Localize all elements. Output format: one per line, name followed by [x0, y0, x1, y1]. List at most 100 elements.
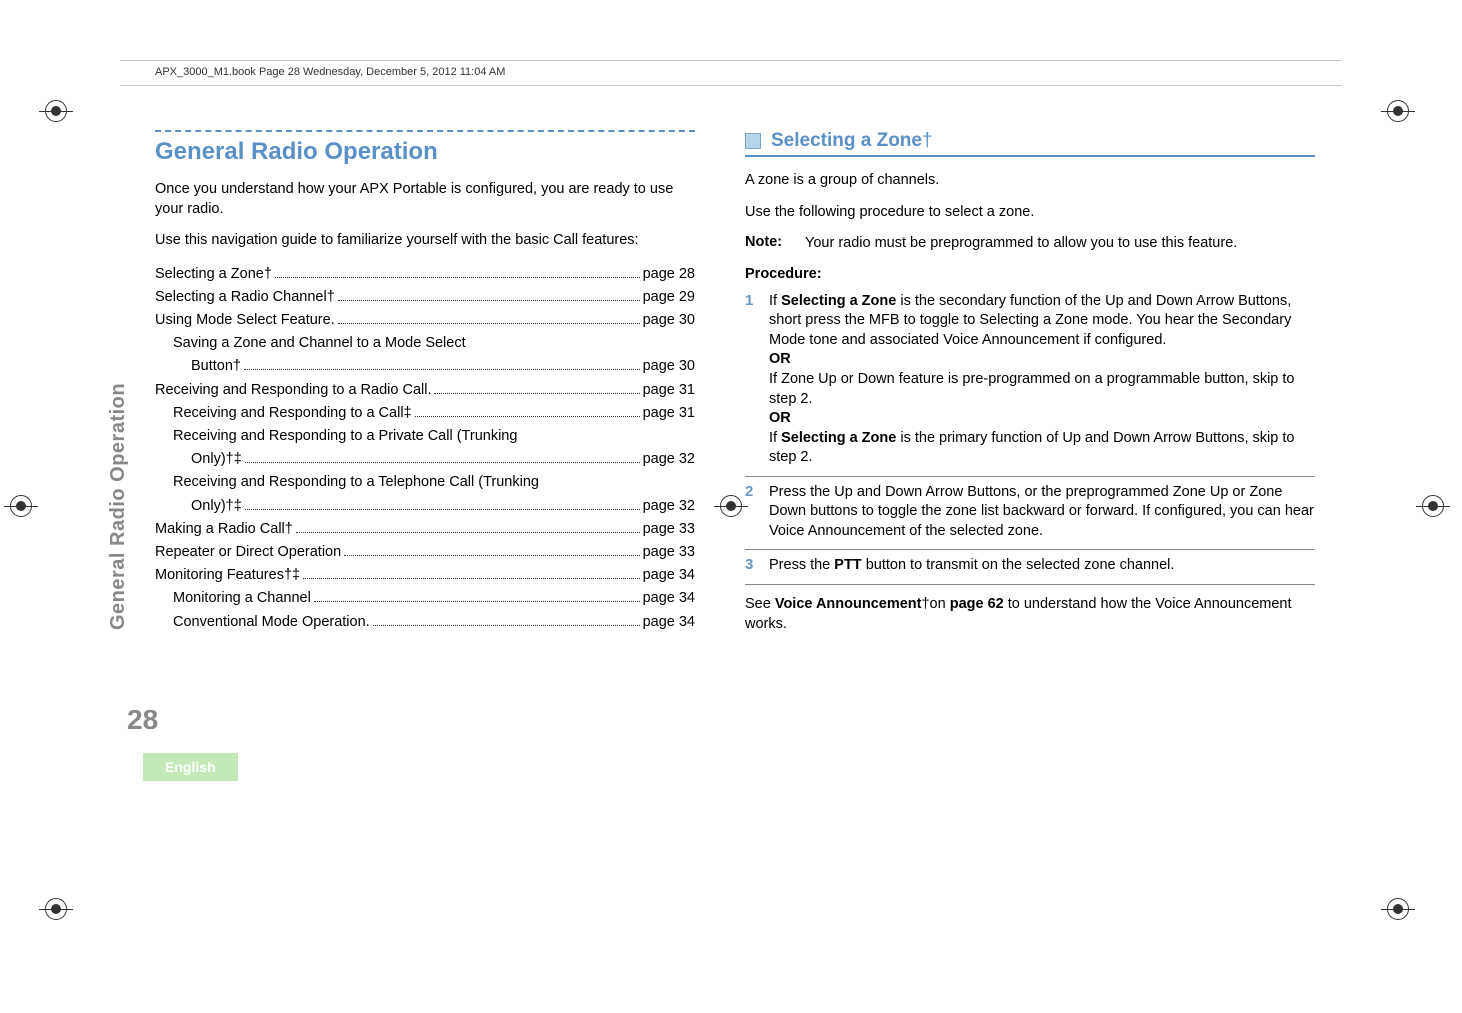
toc-label: Saving a Zone and Channel to a Mode Sele…	[173, 332, 466, 355]
toc-entry: Receiving and Responding to a Call‡ page …	[155, 402, 695, 425]
crop-mark-mid-left	[10, 495, 40, 525]
toc-label: Monitoring Features†‡	[155, 564, 300, 587]
footer-t1: See	[745, 596, 775, 612]
step-separator	[745, 549, 1315, 550]
footer-page-ref: page 62	[950, 596, 1004, 612]
language-tab: English	[143, 753, 238, 781]
step-separator	[745, 584, 1315, 585]
toc-leader-dots	[244, 369, 640, 370]
toc-label: Receiving and Responding to a Private Ca…	[173, 425, 517, 448]
footer-t3: †on	[921, 596, 949, 612]
step-number: 1	[745, 292, 759, 468]
toc-entry: Making a Radio Call†page 33	[155, 518, 695, 541]
toc-leader-dots	[245, 509, 640, 510]
toc-label: Monitoring a Channel	[173, 587, 311, 610]
step-number: 2	[745, 483, 759, 542]
crop-mark-bottom-left	[45, 898, 75, 928]
toc-entry: Monitoring a Channel page 34	[155, 587, 695, 610]
toc-page: page 30	[643, 355, 695, 378]
toc-entry: Only)†‡page 32	[155, 495, 695, 518]
page-number: 28	[127, 704, 158, 736]
toc-leader-dots	[415, 416, 640, 417]
step1-part1a: If	[769, 293, 781, 309]
toc-entry: Only)†‡page 32	[155, 448, 695, 471]
toc-leader-dots	[296, 532, 640, 533]
toc-page: page 34	[643, 564, 695, 587]
left-column: General Radio Operation 28 English Gener…	[125, 130, 695, 646]
step1-part2: If Zone Up or Down feature is pre-progra…	[769, 371, 1294, 407]
toc-page: page 31	[643, 402, 695, 425]
step-text: Press the PTT button to transmit on the …	[769, 556, 1315, 576]
procedure-step-1: 1 If Selecting a Zone is the secondary f…	[745, 292, 1315, 472]
body-paragraph-2: Use the following procedure to select a …	[745, 203, 1315, 223]
toc-entry: Repeater or Direct Operation page 33	[155, 541, 695, 564]
step1-part3a: If	[769, 430, 781, 446]
step-number: 3	[745, 556, 759, 576]
toc-page: page 30	[643, 309, 695, 332]
heading-label: Selecting a Zone	[771, 130, 922, 151]
page-content: General Radio Operation 28 English Gener…	[125, 130, 1362, 646]
toc-leader-dots	[338, 300, 640, 301]
toc-label: Making a Radio Call†	[155, 518, 293, 541]
crop-mark-top-left	[45, 100, 75, 130]
section-title: General Radio Operation	[155, 138, 695, 166]
toc-entry: Selecting a Zone†page 28	[155, 263, 695, 286]
toc-page: page 34	[643, 587, 695, 610]
step-text: Press the Up and Down Arrow Buttons, or …	[769, 483, 1315, 542]
toc-label: Only)†‡	[191, 448, 242, 471]
note-block: Note: Your radio must be preprogrammed t…	[745, 234, 1315, 254]
table-of-contents: Selecting a Zone†page 28Selecting a Radi…	[155, 263, 695, 634]
toc-leader-dots	[245, 462, 640, 463]
toc-label: Selecting a Radio Channel†	[155, 286, 335, 309]
procedure-step-2: 2 Press the Up and Down Arrow Buttons, o…	[745, 483, 1315, 546]
toc-leader-dots	[275, 277, 640, 278]
toc-leader-dots	[344, 555, 639, 556]
procedure-label: Procedure:	[745, 266, 1315, 282]
step1-or-2: OR	[769, 410, 791, 426]
toc-leader-dots	[338, 323, 640, 324]
toc-page: page 34	[643, 611, 695, 634]
toc-label: Repeater or Direct Operation	[155, 541, 341, 564]
toc-page: page 31	[643, 379, 695, 402]
toc-entry: Using Mode Select Feature. page 30	[155, 309, 695, 332]
toc-leader-dots	[314, 601, 640, 602]
toc-label: Receiving and Responding to a Radio Call…	[155, 379, 431, 402]
intro-paragraph-2: Use this navigation guide to familiarize…	[155, 231, 695, 251]
intro-paragraph-1: Once you understand how your APX Portabl…	[155, 180, 695, 219]
toc-label: Using Mode Select Feature.	[155, 309, 335, 332]
step3-t1: Press the	[769, 557, 834, 573]
toc-label: Only)†‡	[191, 495, 242, 518]
heading-rule	[745, 155, 1315, 157]
toc-entry: Selecting a Radio Channel† page 29	[155, 286, 695, 309]
toc-entry: Button† page 30	[155, 355, 695, 378]
crop-mark-bottom-right	[1387, 898, 1417, 928]
heading-bullet-icon	[745, 133, 761, 149]
step3-bold: PTT	[834, 557, 861, 573]
toc-label: Button†	[191, 355, 241, 378]
toc-label: Conventional Mode Operation.	[173, 611, 370, 634]
section-title-rule	[155, 130, 695, 132]
step1-or-1: OR	[769, 351, 791, 367]
footer-paragraph: See Voice Announcement†on page 62 to und…	[745, 595, 1315, 634]
header-rule-bottom	[120, 85, 1342, 86]
toc-entry: Receiving and Responding to a Radio Call…	[155, 379, 695, 402]
toc-page: page 33	[643, 541, 695, 564]
body-paragraph-1: A zone is a group of channels.	[745, 171, 1315, 191]
subsection-heading: Selecting a Zone†	[745, 130, 1315, 152]
side-tab-label: General Radio Operation	[107, 383, 130, 630]
step-separator	[745, 476, 1315, 477]
step-text: If Selecting a Zone is the secondary fun…	[769, 292, 1315, 468]
toc-label: Receiving and Responding to a Call‡	[173, 402, 412, 425]
toc-page: page 29	[643, 286, 695, 309]
toc-label: Receiving and Responding to a Telephone …	[173, 471, 539, 494]
toc-entry: Conventional Mode Operation. page 34	[155, 611, 695, 634]
toc-entry: Receiving and Responding to a Telephone …	[155, 471, 695, 494]
toc-page: page 28	[643, 263, 695, 286]
heading-dagger: †	[922, 130, 933, 151]
step3-t3: button to transmit on the selected zone …	[862, 557, 1175, 573]
toc-entry: Monitoring Features†‡ page 34	[155, 564, 695, 587]
toc-leader-dots	[303, 578, 640, 579]
note-text: Your radio must be preprogrammed to allo…	[805, 234, 1237, 254]
right-column: Selecting a Zone† A zone is a group of c…	[745, 130, 1315, 646]
footer-bold-1: Voice Announcement	[775, 596, 922, 612]
